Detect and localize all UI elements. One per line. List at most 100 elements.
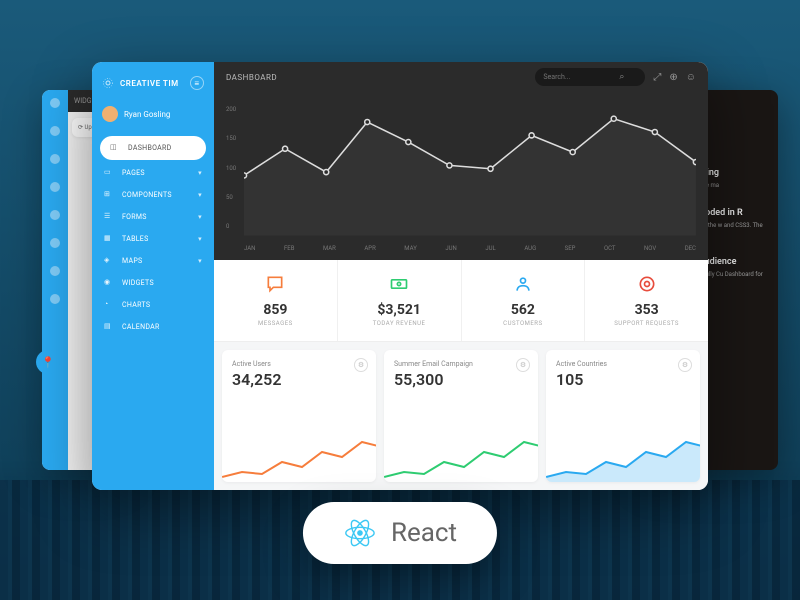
x-tick: FEB: [284, 245, 294, 252]
chat-icon: [265, 274, 285, 298]
y-tick: 200: [226, 106, 236, 113]
search-icon[interactable]: ⌕: [619, 72, 624, 82]
chevron-down-icon: ▾: [198, 169, 202, 177]
person-icon: [513, 274, 533, 298]
react-badge: React: [303, 502, 497, 564]
card-value: 55,300: [394, 370, 528, 389]
cards-row: Active Users ⚙ 34,252 Summer Email Campa…: [214, 342, 708, 490]
card-title: Active Users: [232, 360, 366, 368]
stat-value: 562: [466, 302, 581, 318]
nav-item-calendar[interactable]: ▤ CALENDAR: [92, 316, 214, 338]
gear-icon[interactable]: ⚙: [678, 358, 692, 372]
stat-today-revenue: $3,521 TODAY REVENUE: [338, 260, 462, 341]
card-1: Summer Email Campaign ⚙ 55,300: [384, 350, 538, 482]
x-tick: OCT: [604, 245, 616, 252]
react-logo-icon: [343, 516, 377, 550]
stat-label: TODAY REVENUE: [342, 320, 457, 327]
x-tick: SEP: [565, 245, 576, 252]
x-tick: JAN: [244, 245, 255, 252]
search-box[interactable]: ⌕: [535, 68, 645, 86]
brand-icon: [102, 77, 114, 89]
y-tick: 150: [226, 135, 236, 142]
user-icon[interactable]: ☺: [686, 72, 696, 83]
nav-label: FORMS: [122, 213, 147, 221]
x-tick: NOV: [644, 245, 656, 252]
nav-item-pages[interactable]: ▭ PAGES ▾: [92, 162, 214, 184]
stat-label: CUSTOMERS: [466, 320, 581, 327]
badge-text: React: [391, 518, 457, 548]
main-chart: 200 150 100 50 0 JAN FEB MAR APR MAY JUN JUL AUG SEP…: [214, 92, 708, 260]
stats-row: 859 MESSAGES $3,521 TODAY REVENUE 562 CUSTOME…: [214, 260, 708, 342]
nav-label: MAPS: [122, 257, 143, 265]
card-chart: [222, 432, 376, 482]
x-tick: MAR: [323, 245, 336, 252]
card-title: Summer Email Campaign: [394, 360, 528, 368]
card-title: Active Countries: [556, 360, 690, 368]
nav-item-tables[interactable]: ▦TABLES▾: [92, 228, 214, 250]
support-icon: [637, 274, 657, 298]
chevron-down-icon: ▾: [198, 191, 202, 199]
nav-item-maps[interactable]: ◈ MAPS ▾: [92, 250, 214, 272]
card-value: 105: [556, 370, 690, 389]
topbar: DASHBOARD ⌕ ⤢ ⊕ ☺: [214, 62, 708, 92]
nav-item-components[interactable]: ⊞ COMPONENTS ▾: [92, 184, 214, 206]
nav-label: COMPONENTS: [122, 191, 172, 199]
card-chart: [384, 432, 538, 482]
maps-icon: ◈: [104, 256, 114, 266]
y-tick: 100: [226, 165, 236, 172]
nav-label: TABLES: [122, 235, 149, 243]
menu-toggle-icon[interactable]: ≡: [190, 76, 204, 90]
nav-item-widgets[interactable]: ◉WIDGETS: [92, 272, 214, 294]
widgets-icon: ◉: [104, 278, 114, 288]
globe-icon[interactable]: ⊕: [669, 72, 677, 83]
search-input[interactable]: [543, 73, 613, 81]
breadcrumb: DASHBOARD: [226, 73, 277, 82]
nav: ◫DASHBOARD▭PAGES▾⊞COMPONENTS▾☰FORMS▾▦TAB…: [92, 128, 214, 480]
stat-support-requests: 353 SUPPORT REQUESTS: [585, 260, 708, 341]
card-chart: [546, 432, 700, 482]
nav-item-charts[interactable]: ◔CHARTS: [92, 294, 214, 316]
stat-label: SUPPORT REQUESTS: [589, 320, 704, 327]
nav-label: CHARTS: [122, 301, 150, 309]
components-icon: ⊞: [104, 190, 114, 200]
sidebar: CREATIVE TIM ≡ Ryan Gosling ◫ DASHBOARD ▭ P…: [92, 62, 214, 490]
x-tick: MAY: [404, 245, 417, 252]
user-row[interactable]: Ryan Gosling: [92, 100, 214, 128]
money-icon: [389, 274, 409, 298]
dashboard-window: CREATIVE TIM ≡ Ryan Gosling ◫ DASHBOARD ▭ P…: [92, 62, 708, 490]
pages-icon: ▭: [104, 168, 114, 178]
content: DASHBOARD ⌕ ⤢ ⊕ ☺ 200 150 100 50 0 JAN FEB MAR…: [214, 62, 708, 490]
nav-label: CALENDAR: [122, 323, 160, 331]
y-tick: 0: [226, 223, 236, 230]
calendar-icon: ▤: [104, 322, 114, 332]
brand-text: CREATIVE TIM: [120, 79, 179, 88]
gear-icon[interactable]: ⚙: [516, 358, 530, 372]
chevron-down-icon: ▾: [198, 213, 202, 221]
pin-icon: 📍: [36, 350, 60, 374]
user-name: Ryan Gosling: [124, 110, 170, 119]
stat-value: 859: [218, 302, 333, 318]
expand-icon[interactable]: ⤢: [653, 72, 661, 83]
avatar: [102, 106, 118, 122]
nav-label: DASHBOARD: [128, 144, 172, 152]
line-chart-svg: [244, 102, 696, 236]
gear-icon[interactable]: ⚙: [354, 358, 368, 372]
x-tick: AUG: [524, 245, 536, 252]
stat-messages: 859 MESSAGES: [214, 260, 338, 341]
dashboard-icon: ◫: [110, 143, 120, 153]
x-tick: APR: [364, 245, 375, 252]
nav-item-forms[interactable]: ☰FORMS▾: [92, 206, 214, 228]
stat-value: $3,521: [342, 302, 457, 318]
x-tick: JUL: [485, 245, 495, 252]
stat-label: MESSAGES: [218, 320, 333, 327]
chevron-down-icon: ▾: [198, 235, 202, 243]
chevron-down-icon: ▾: [198, 257, 202, 265]
nav-label: PAGES: [122, 169, 145, 177]
card-2: Active Countries ⚙ 105: [546, 350, 700, 482]
stat-value: 353: [589, 302, 704, 318]
nav-item-dashboard[interactable]: ◫ DASHBOARD: [100, 136, 206, 160]
y-tick: 50: [226, 194, 236, 201]
x-tick: JUN: [445, 245, 456, 252]
brand: CREATIVE TIM ≡: [92, 72, 214, 100]
card-value: 34,252: [232, 370, 366, 389]
